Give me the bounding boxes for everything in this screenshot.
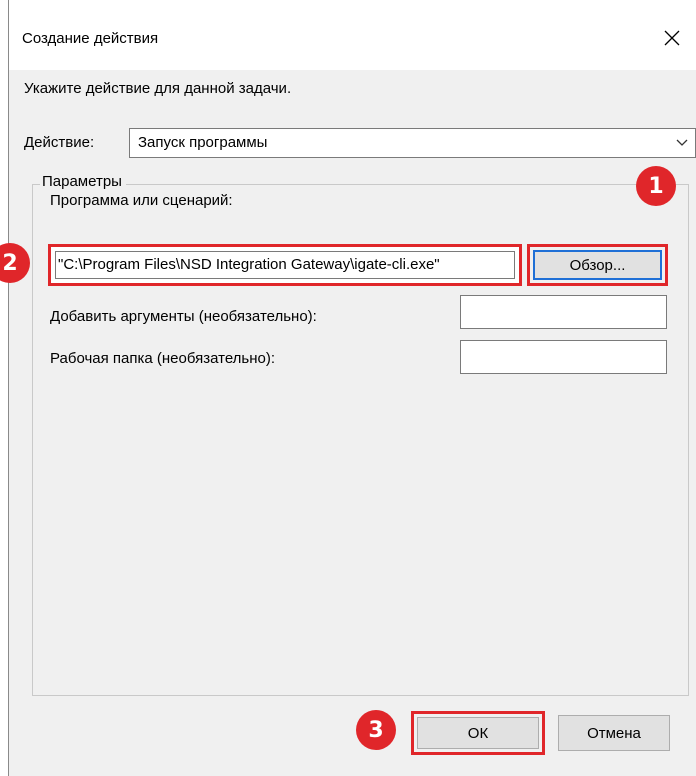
program-input[interactable]: "C:\Program Files\NSD Integration Gatewa… <box>55 251 515 279</box>
working-folder-label: Рабочая папка (необязательно): <box>50 350 276 367</box>
arguments-input[interactable] <box>460 295 667 329</box>
title-bar: Создание действия <box>9 0 696 80</box>
action-label: Действие: <box>24 134 95 151</box>
ok-button-highlight: ОК <box>411 711 545 755</box>
dialog-title: Создание действия <box>22 30 159 47</box>
parameters-legend: Параметры <box>40 173 126 190</box>
program-field-highlight: "C:\Program Files\NSD Integration Gatewa… <box>48 244 522 286</box>
cancel-button[interactable]: Отмена <box>558 715 670 751</box>
close-icon <box>664 30 680 46</box>
browse-button-highlight: Обзор... <box>527 244 668 286</box>
ok-button[interactable]: ОК <box>417 717 539 749</box>
close-button[interactable] <box>650 18 694 58</box>
browse-button[interactable]: Обзор... <box>533 250 662 280</box>
dialog-body: Укажите действие для данной задачи. Дейс… <box>9 70 696 776</box>
action-selected-value: Запуск программы <box>138 134 268 151</box>
step-marker-1: 1 <box>636 166 676 206</box>
program-label: Программа или сценарий: <box>50 192 233 209</box>
arguments-label: Добавить аргументы (необязательно): <box>50 308 317 325</box>
action-dropdown[interactable]: Запуск программы <box>129 128 696 158</box>
chevron-down-icon <box>676 139 688 146</box>
create-action-dialog: Создание действия Укажите действие для д… <box>8 0 696 776</box>
working-folder-input[interactable] <box>460 340 667 374</box>
step-marker-3: 3 <box>356 710 396 750</box>
instruction-text: Укажите действие для данной задачи. <box>24 80 292 97</box>
